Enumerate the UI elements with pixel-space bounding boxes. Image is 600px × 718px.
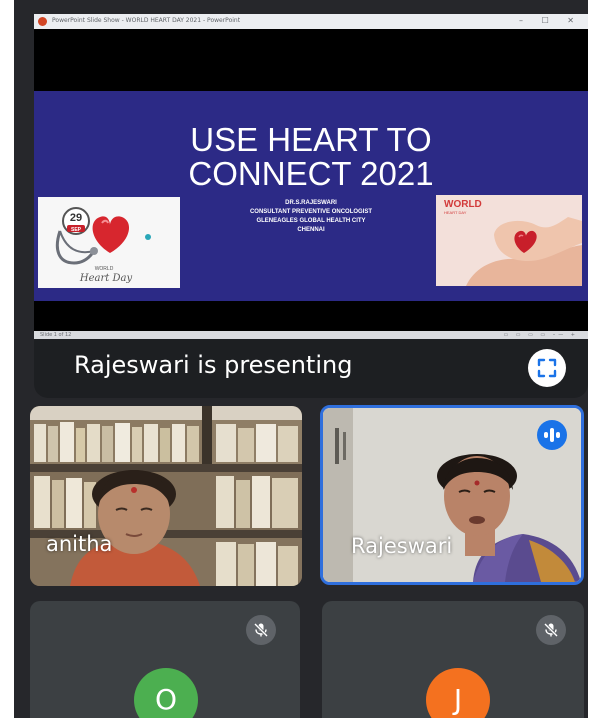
participant-name: Rajeswari <box>351 534 453 558</box>
fullscreen-icon <box>537 358 557 378</box>
shared-window-titlebar: PowerPoint Slide Show - WORLD HEART DAY … <box>34 14 588 29</box>
slide-title-line-2: CONNECT 2021 <box>188 155 434 192</box>
participant-name: anitha <box>46 532 113 556</box>
heart-stethoscope-illustration: 29 SEP WORLD Heart Day <box>55 207 151 284</box>
avatar: J <box>426 668 490 718</box>
participant-tile-j[interactable]: J <box>322 601 584 718</box>
slide-counter: Slide 1 of 12 <box>40 332 72 338</box>
shared-window-title: PowerPoint Slide Show - WORLD HEART DAY … <box>52 17 241 24</box>
heart-day-caption-small: WORLD <box>95 266 114 272</box>
heart-day-caption-script: Heart Day <box>79 273 133 284</box>
presentation-tile[interactable]: PowerPoint Slide Show - WORLD HEART DAY … <box>34 14 588 398</box>
presenter-role: CONSULTANT PREVENTIVE ONCOLOGIST <box>249 209 373 215</box>
meeting-window: PowerPoint Slide Show - WORLD HEART DAY … <box>14 0 588 718</box>
slide-title: USE HEART TO CONNECT 2021 <box>34 123 588 191</box>
slide-title-line-1: USE HEART TO <box>190 121 432 158</box>
letterbox-top <box>34 29 588 91</box>
fullscreen-button[interactable] <box>528 349 566 387</box>
participant-tile-o[interactable]: O <box>30 601 300 718</box>
hands-holding-heart-image: WORLD HEART DAY <box>436 195 582 286</box>
avatar: O <box>134 668 198 718</box>
mic-off-icon <box>246 615 276 645</box>
anitha-video-feed <box>30 406 302 586</box>
mic-off-icon <box>536 615 566 645</box>
view-controls: ▭ ▭ ▭ ▭ –— + <box>503 332 578 338</box>
shared-window-statusbar: Slide 1 of 12 ▭ ▭ ▭ ▭ –— + <box>34 331 588 339</box>
calendar-month: SEP <box>71 227 82 233</box>
powerpoint-icon <box>38 17 47 26</box>
world-heart-day-calendar-image: 29 SEP WORLD Heart Day <box>38 197 180 288</box>
presenter-name: DR.S.RAJESWARI <box>285 200 337 206</box>
calendar-day: 29 <box>70 212 82 224</box>
participant-tile-anitha[interactable]: anitha <box>30 406 302 586</box>
world-heart-day-logo-word: WORLD <box>444 199 482 210</box>
speaking-indicator-icon <box>537 420 567 450</box>
participant-tile-rajeswari[interactable]: Rajeswari <box>320 405 584 585</box>
hands-heart-illustration: WORLD HEART DAY <box>436 195 582 286</box>
world-heart-day-logo-sub: HEART DAY <box>444 210 467 215</box>
shared-slide: USE HEART TO CONNECT 2021 29 SEP WORLD H <box>34 91 588 301</box>
presenter-organization: GLENEAGLES GLOBAL HEALTH CITY <box>256 218 366 224</box>
slide-credits: DR.S.RAJESWARI CONSULTANT PREVENTIVE ONC… <box>184 199 438 235</box>
presenter-city: CHENNAI <box>297 227 325 233</box>
shared-window-controls: – ☐ ✕ <box>519 16 582 25</box>
presenting-label: Rajeswari is presenting <box>74 351 353 379</box>
